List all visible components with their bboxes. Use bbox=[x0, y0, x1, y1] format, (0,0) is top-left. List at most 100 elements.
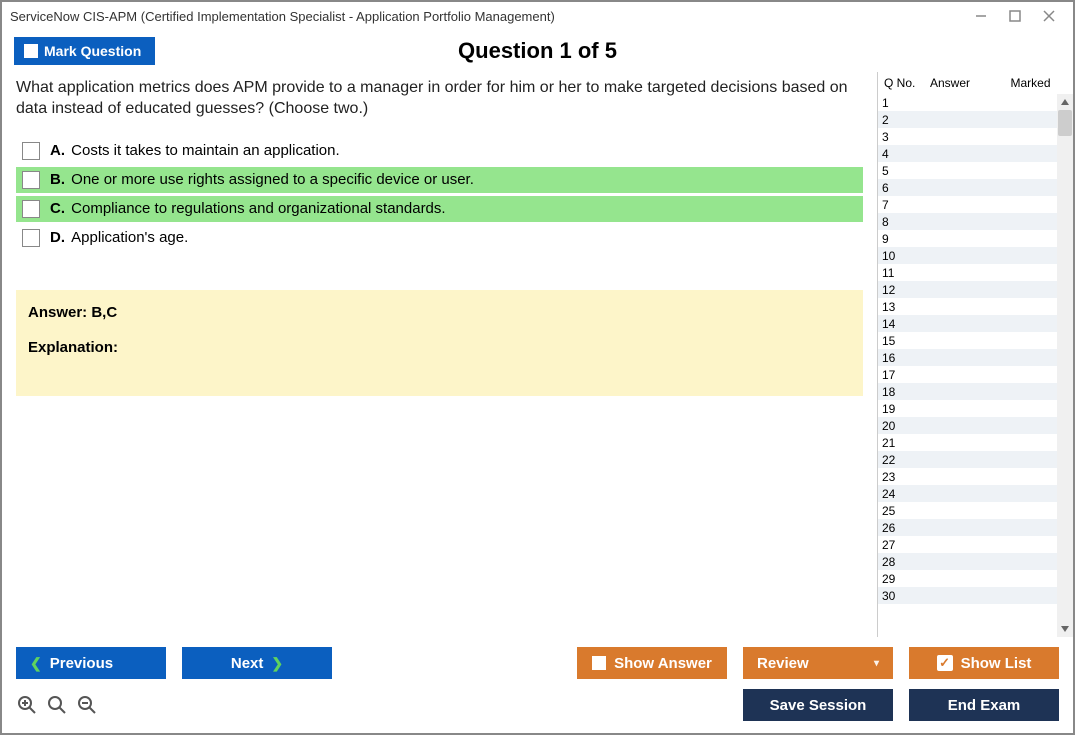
zoom-controls bbox=[16, 694, 98, 716]
show-answer-button[interactable]: Show Answer bbox=[577, 647, 727, 679]
choice-text: A. Costs it takes to maintain an applica… bbox=[50, 142, 340, 159]
sidebar-row[interactable]: 26 bbox=[878, 519, 1073, 536]
row-number: 7 bbox=[878, 198, 908, 212]
choice-checkbox[interactable] bbox=[22, 171, 40, 189]
row-number: 12 bbox=[878, 283, 908, 297]
row-number: 15 bbox=[878, 334, 908, 348]
caret-down-icon: ▾ bbox=[874, 658, 879, 669]
save-session-button[interactable]: Save Session bbox=[743, 689, 893, 721]
row-number: 21 bbox=[878, 436, 908, 450]
zoom-out-icon[interactable] bbox=[76, 694, 98, 716]
chevron-left-icon: ❮ bbox=[30, 655, 42, 672]
close-icon[interactable] bbox=[1041, 8, 1057, 24]
sidebar-row[interactable]: 18 bbox=[878, 383, 1073, 400]
question-list-sidebar: Q No. Answer Marked 12345678910111213141… bbox=[877, 72, 1073, 637]
row-number: 5 bbox=[878, 164, 908, 178]
sidebar-row[interactable]: 7 bbox=[878, 196, 1073, 213]
choice-checkbox[interactable] bbox=[22, 142, 40, 160]
sidebar-row[interactable]: 12 bbox=[878, 281, 1073, 298]
footer: ❮ Previous Next ❯ Show Answer Review ▾ ✓… bbox=[2, 637, 1073, 733]
app-window: ServiceNow CIS-APM (Certified Implementa… bbox=[0, 0, 1075, 735]
end-exam-label: End Exam bbox=[948, 697, 1021, 714]
window-title: ServiceNow CIS-APM (Certified Implementa… bbox=[10, 9, 555, 24]
sidebar-row[interactable]: 11 bbox=[878, 264, 1073, 281]
choice-checkbox[interactable] bbox=[22, 229, 40, 247]
header-row: Mark Question Question 1 of 5 bbox=[2, 30, 1073, 72]
choice-checkbox[interactable] bbox=[22, 200, 40, 218]
sidebar-row[interactable]: 16 bbox=[878, 349, 1073, 366]
row-number: 17 bbox=[878, 368, 908, 382]
review-label: Review bbox=[757, 655, 809, 672]
sidebar-row[interactable]: 1 bbox=[878, 94, 1073, 111]
row-number: 22 bbox=[878, 453, 908, 467]
sidebar-row[interactable]: 23 bbox=[878, 468, 1073, 485]
sidebar-row[interactable]: 17 bbox=[878, 366, 1073, 383]
answer-box: Answer: B,C Explanation: bbox=[16, 290, 863, 396]
end-exam-button[interactable]: End Exam bbox=[909, 689, 1059, 721]
chevron-right-icon: ❯ bbox=[271, 655, 283, 672]
sidebar-row[interactable]: 9 bbox=[878, 230, 1073, 247]
choice-row[interactable]: D. Application's age. bbox=[16, 225, 863, 251]
question-content: What application metrics does APM provid… bbox=[2, 72, 877, 637]
scrollbar-track[interactable] bbox=[1057, 94, 1073, 637]
row-number: 6 bbox=[878, 181, 908, 195]
row-number: 13 bbox=[878, 300, 908, 314]
previous-button[interactable]: ❮ Previous bbox=[16, 647, 166, 679]
checkbox-icon bbox=[592, 656, 606, 670]
sidebar-row[interactable]: 20 bbox=[878, 417, 1073, 434]
zoom-in-icon[interactable] bbox=[16, 694, 38, 716]
choices-list: A. Costs it takes to maintain an applica… bbox=[16, 138, 863, 254]
maximize-icon[interactable] bbox=[1007, 8, 1023, 24]
sidebar-row[interactable]: 5 bbox=[878, 162, 1073, 179]
sidebar-row[interactable]: 27 bbox=[878, 536, 1073, 553]
show-list-label: Show List bbox=[961, 655, 1032, 672]
sidebar-row[interactable]: 19 bbox=[878, 400, 1073, 417]
choice-row[interactable]: B. One or more use rights assigned to a … bbox=[16, 167, 863, 193]
show-list-button[interactable]: ✓ Show List bbox=[909, 647, 1059, 679]
sidebar-body: 1234567891011121314151617181920212223242… bbox=[878, 94, 1073, 637]
sidebar-row[interactable]: 13 bbox=[878, 298, 1073, 315]
sidebar-row[interactable]: 24 bbox=[878, 485, 1073, 502]
row-number: 29 bbox=[878, 572, 908, 586]
sidebar-row[interactable]: 25 bbox=[878, 502, 1073, 519]
sidebar-row[interactable]: 2 bbox=[878, 111, 1073, 128]
row-number: 18 bbox=[878, 385, 908, 399]
sidebar-row[interactable]: 29 bbox=[878, 570, 1073, 587]
answer-line: Answer: B,C bbox=[28, 304, 851, 321]
window-controls bbox=[973, 8, 1065, 24]
sidebar-row[interactable]: 28 bbox=[878, 553, 1073, 570]
row-number: 8 bbox=[878, 215, 908, 229]
scrollbar-thumb[interactable] bbox=[1058, 110, 1072, 136]
choice-text: B. One or more use rights assigned to a … bbox=[50, 171, 474, 188]
titlebar: ServiceNow CIS-APM (Certified Implementa… bbox=[2, 2, 1073, 30]
checked-box-icon: ✓ bbox=[937, 655, 953, 671]
sidebar-row[interactable]: 22 bbox=[878, 451, 1073, 468]
sidebar-row[interactable]: 10 bbox=[878, 247, 1073, 264]
sidebar-row[interactable]: 14 bbox=[878, 315, 1073, 332]
sidebar-row[interactable]: 30 bbox=[878, 587, 1073, 604]
row-number: 20 bbox=[878, 419, 908, 433]
sidebar-row[interactable]: 15 bbox=[878, 332, 1073, 349]
row-number: 25 bbox=[878, 504, 908, 518]
zoom-icon[interactable] bbox=[46, 694, 68, 716]
sidebar-row[interactable]: 8 bbox=[878, 213, 1073, 230]
sidebar-row[interactable]: 21 bbox=[878, 434, 1073, 451]
scroll-up-icon[interactable] bbox=[1057, 94, 1073, 110]
review-button[interactable]: Review ▾ bbox=[743, 647, 893, 679]
sidebar-row[interactable]: 4 bbox=[878, 145, 1073, 162]
choice-row[interactable]: A. Costs it takes to maintain an applica… bbox=[16, 138, 863, 164]
row-number: 14 bbox=[878, 317, 908, 331]
mark-question-button[interactable]: Mark Question bbox=[14, 37, 155, 65]
row-number: 24 bbox=[878, 487, 908, 501]
sidebar-row[interactable]: 3 bbox=[878, 128, 1073, 145]
scroll-down-icon[interactable] bbox=[1057, 621, 1073, 637]
row-number: 9 bbox=[878, 232, 908, 246]
minimize-icon[interactable] bbox=[973, 8, 989, 24]
next-button[interactable]: Next ❯ bbox=[182, 647, 332, 679]
question-text: What application metrics does APM provid… bbox=[16, 78, 863, 120]
row-number: 3 bbox=[878, 130, 908, 144]
row-number: 4 bbox=[878, 147, 908, 161]
row-number: 30 bbox=[878, 589, 908, 603]
choice-row[interactable]: C. Compliance to regulations and organiz… bbox=[16, 196, 863, 222]
sidebar-row[interactable]: 6 bbox=[878, 179, 1073, 196]
